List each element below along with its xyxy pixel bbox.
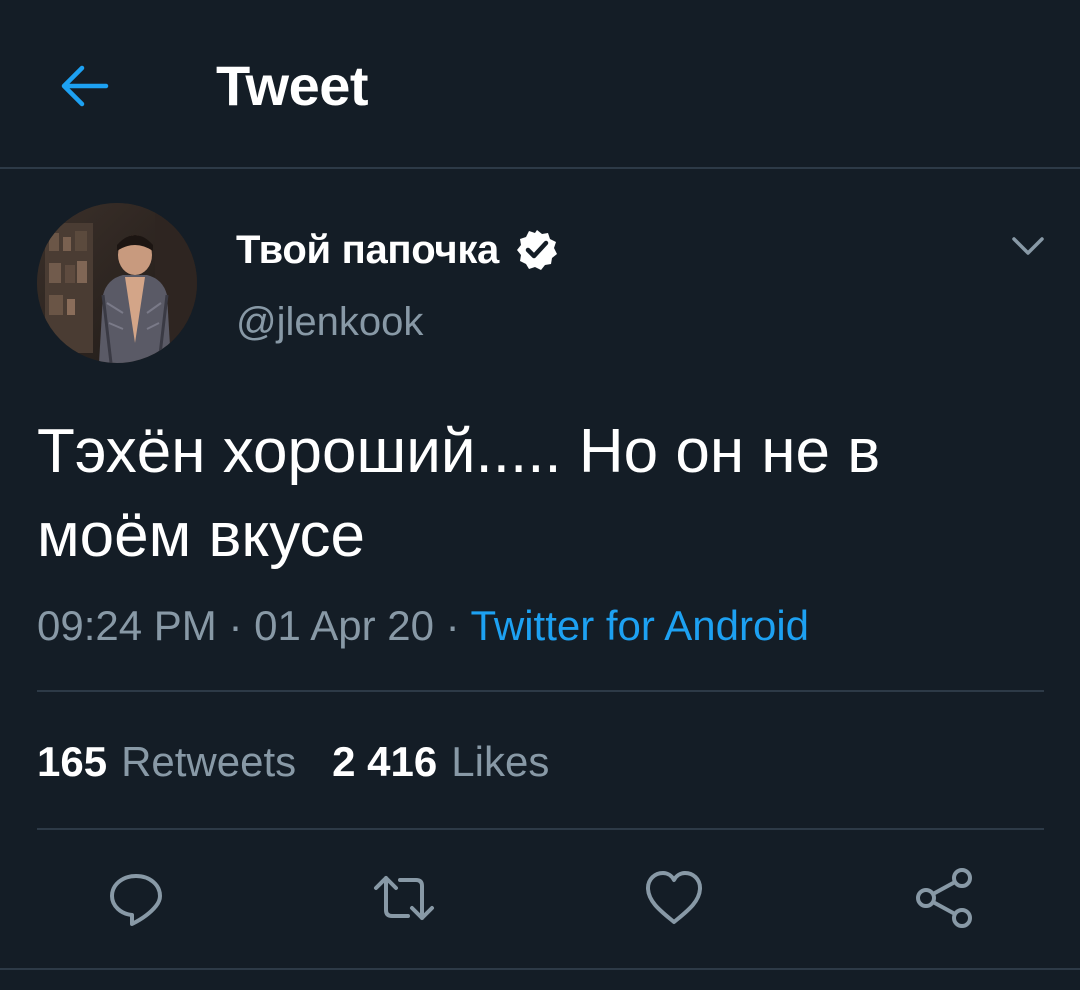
tweet-time: 09:24 PM bbox=[37, 602, 217, 649]
likes-label: Likes bbox=[451, 738, 550, 785]
likes-stat[interactable]: 2 416 Likes bbox=[332, 736, 549, 788]
tweet-source-link[interactable]: Twitter for Android bbox=[471, 602, 809, 649]
page-title: Tweet bbox=[216, 54, 369, 117]
like-button[interactable] bbox=[642, 866, 706, 930]
retweet-icon bbox=[374, 876, 434, 920]
divider bbox=[37, 828, 1044, 830]
chevron-down-icon[interactable] bbox=[1008, 226, 1048, 266]
tweet-date: 01 Apr 20 bbox=[254, 602, 434, 649]
meta-separator: · bbox=[445, 602, 460, 649]
divider bbox=[37, 690, 1044, 692]
tweet-text: Тэхён хороший..... Но он не в моём вкусе bbox=[37, 417, 881, 570]
share-icon bbox=[916, 868, 972, 928]
author-name-row[interactable]: Твой папочка bbox=[236, 222, 559, 278]
back-button[interactable] bbox=[56, 58, 112, 114]
tweet-meta: 09:24 PM · 01 Apr 20 · Twitter for Andro… bbox=[37, 598, 809, 654]
profile-photo bbox=[37, 203, 197, 363]
arrow-left-icon bbox=[61, 65, 109, 107]
like-icon bbox=[646, 871, 702, 924]
meta-separator: · bbox=[228, 602, 243, 649]
likes-count: 2 416 bbox=[332, 738, 438, 785]
reply-button[interactable] bbox=[104, 866, 168, 930]
retweet-button[interactable] bbox=[372, 866, 436, 930]
display-name[interactable]: Твой папочка bbox=[236, 222, 499, 278]
reply-icon bbox=[110, 874, 162, 926]
share-button[interactable] bbox=[912, 866, 976, 930]
retweets-stat[interactable]: 165 Retweets bbox=[37, 736, 296, 788]
top-bar: Tweet bbox=[0, 0, 1080, 169]
avatar[interactable] bbox=[37, 203, 197, 363]
verified-badge-icon bbox=[517, 230, 558, 270]
retweets-label: Retweets bbox=[121, 738, 297, 785]
bottom-divider bbox=[0, 968, 1080, 970]
user-handle[interactable]: @jlenkook bbox=[236, 296, 423, 348]
retweets-count: 165 bbox=[37, 738, 108, 785]
tweet-stats: 165 Retweets 2 416 Likes bbox=[37, 736, 549, 788]
